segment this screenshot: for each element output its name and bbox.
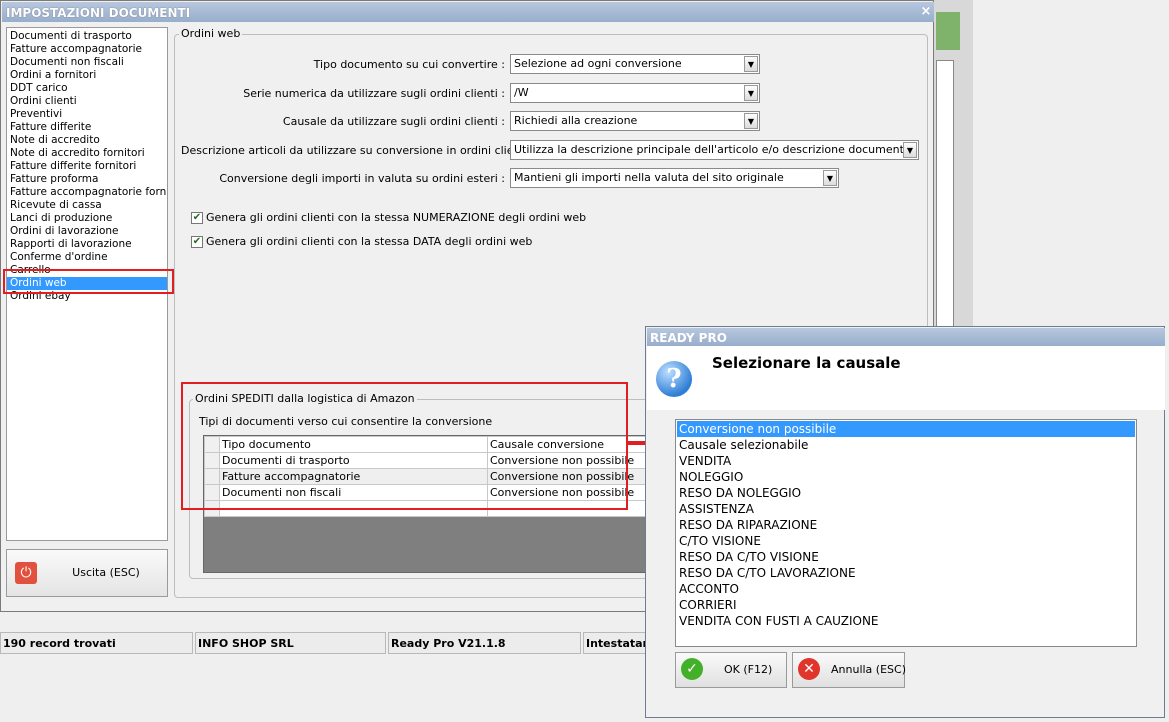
menu-item[interactable]: Ordini a fornitori (7, 69, 167, 82)
causale-list-item[interactable]: CORRIERI (677, 597, 1135, 613)
causale-list-item[interactable]: RESO DA RIPARAZIONE (677, 517, 1135, 533)
causale-value: Richiedi alla creazione (514, 114, 638, 127)
chevron-down-icon[interactable]: ▼ (903, 142, 917, 158)
conversione-importi-value: Mantieni gli importi nella valuta del si… (514, 171, 784, 184)
menu-item[interactable]: Fatture differite (7, 121, 167, 134)
menu-item[interactable]: Lanci di produzione (7, 212, 167, 225)
causale-list-item[interactable]: RESO DA NOLEGGIO (677, 485, 1135, 501)
serie-numerica-value: /W (514, 86, 529, 99)
row-label-conversione-importi: Conversione degli importi in valuta su o… (219, 172, 505, 185)
menu-item[interactable]: Fatture accompagnatorie fornito (7, 186, 167, 199)
causale-list-item[interactable]: ACCONTO (677, 581, 1135, 597)
ok-button-label: OK (F12) (724, 663, 773, 676)
menu-item[interactable]: Fatture differite fornitori (7, 160, 167, 173)
highlight-box-menu (3, 269, 174, 294)
close-icon: ✕ (798, 658, 820, 680)
menu-item[interactable]: Rapporti di lavorazione (7, 238, 167, 251)
power-icon: ⏻ (15, 562, 37, 584)
causale-list-item[interactable]: RESO DA C/TO LAVORAZIONE (677, 565, 1135, 581)
tipo-documento-value: Selezione ad ogni conversione (514, 57, 682, 70)
menu-item[interactable]: DDT carico (7, 82, 167, 95)
serie-numerica-select[interactable]: /W ▼ (510, 83, 760, 103)
window-title: IMPOSTAZIONI DOCUMENTI (2, 2, 934, 22)
menu-item[interactable]: Conferme d'ordine (7, 251, 167, 264)
ordini-web-group-title: Ordini web (179, 27, 243, 40)
exit-button[interactable]: ⏻ Uscita (ESC) (6, 549, 168, 597)
chevron-down-icon[interactable]: ▼ (823, 170, 837, 186)
row-label-serie-numerica: Serie numerica da utilizzare sugli ordin… (243, 87, 505, 100)
highlight-box-amazon (181, 382, 628, 510)
status-holder: Intestatari (583, 632, 650, 654)
close-icon[interactable]: × (919, 5, 933, 19)
menu-item[interactable]: Preventivi (7, 108, 167, 121)
chevron-down-icon[interactable]: ▼ (744, 113, 758, 129)
menu-item[interactable]: Fatture proforma (7, 173, 167, 186)
checkbox-data[interactable]: ✔ (191, 236, 203, 248)
cancel-button[interactable]: ✕ Annulla (ESC) (792, 652, 906, 688)
causale-list-item[interactable]: Conversione non possibile (677, 421, 1135, 437)
descrizione-articoli-select[interactable]: Utilizza la descrizione principale dell'… (510, 140, 919, 160)
dialog-title: READY PRO (647, 328, 1165, 346)
descrizione-articoli-value: Utilizza la descrizione principale dell'… (514, 143, 907, 156)
menu-item[interactable]: Fatture accompagnatorie (7, 43, 167, 56)
causale-select[interactable]: Richiedi alla creazione ▼ (510, 111, 760, 131)
causale-list-item[interactable]: NOLEGGIO (677, 469, 1135, 485)
menu-item[interactable]: Ordini clienti (7, 95, 167, 108)
causale-list-item[interactable]: Causale selezionabile (677, 437, 1135, 453)
checkbox-data-label: Genera gli ordini clienti con la stessa … (206, 235, 533, 248)
status-company: INFO SHOP SRL (195, 632, 386, 654)
row-label-descrizione-articoli: Descrizione articoli da utilizzare su co… (181, 144, 536, 157)
causale-list[interactable]: Conversione non possibile Causale selezio… (675, 419, 1137, 647)
chevron-down-icon[interactable]: ▼ (744, 56, 758, 72)
row-label-causale: Causale da utilizzare sugli ordini clien… (282, 115, 505, 128)
checkbox-numerazione[interactable]: ✔ (191, 212, 203, 224)
status-version: Ready Pro V21.1.8 (388, 632, 581, 654)
causale-dialog: READY PRO ? Selezionare la causale Conve… (645, 326, 1165, 718)
row-label-tipo-documento: Tipo documento su cui convertire : (313, 58, 505, 71)
causale-list-item[interactable]: VENDITA CON FUSTI A CAUZIONE (677, 613, 1135, 629)
status-records: 190 record trovati (0, 632, 193, 654)
causale-list-item[interactable]: RESO DA C/TO VISIONE (677, 549, 1135, 565)
exit-button-label: Uscita (ESC) (72, 566, 140, 579)
chevron-down-icon[interactable]: ▼ (744, 85, 758, 101)
menu-item[interactable]: Note di accredito (7, 134, 167, 147)
tipo-documento-select[interactable]: Selezione ad ogni conversione ▼ (510, 54, 760, 74)
dialog-header: ? Selezionare la causale (647, 346, 1165, 410)
checkmark-icon: ✓ (681, 658, 703, 680)
menu-item[interactable]: Ricevute di cassa (7, 199, 167, 212)
causale-list-item[interactable]: VENDITA (677, 453, 1135, 469)
cancel-button-label: Annulla (ESC) (831, 663, 906, 676)
status-bar: 190 record trovati INFO SHOP SRL Ready P… (0, 632, 650, 656)
background-panel (936, 60, 954, 330)
conversione-importi-select[interactable]: Mantieni gli importi nella valuta del si… (510, 168, 839, 188)
background-toolbar-icon (936, 12, 960, 50)
menu-item[interactable]: Documenti di trasporto (7, 30, 167, 43)
checkbox-numerazione-label: Genera gli ordini clienti con la stessa … (206, 211, 587, 224)
causale-list-item[interactable]: C/TO VISIONE (677, 533, 1135, 549)
causale-list-item[interactable]: ASSISTENZA (677, 501, 1135, 517)
menu-item[interactable]: Ordini di lavorazione (7, 225, 167, 238)
menu-item[interactable]: Note di accredito fornitori (7, 147, 167, 160)
question-icon: ? (656, 361, 692, 397)
ok-button[interactable]: ✓ OK (F12) (675, 652, 787, 688)
menu-item[interactable]: Documenti non fiscali (7, 56, 167, 69)
dialog-prompt: Selezionare la causale (712, 354, 901, 372)
